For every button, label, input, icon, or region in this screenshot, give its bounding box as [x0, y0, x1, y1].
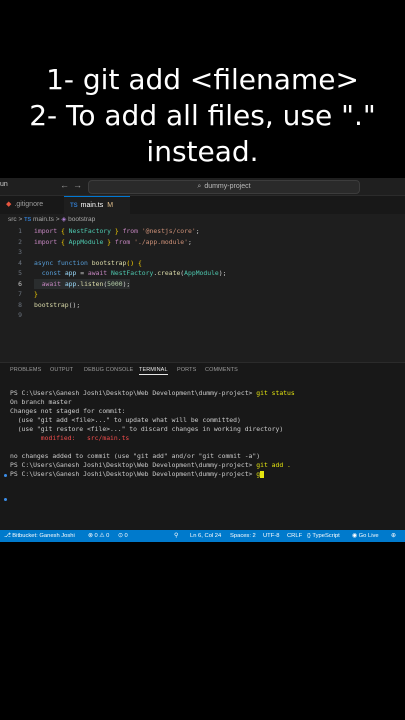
tab-main-ts[interactable]: TS main.ts M [64, 196, 130, 215]
line-number: 4 [18, 258, 22, 267]
typescript-icon: TS [70, 203, 78, 209]
breadcrumb-separator: > [18, 216, 23, 223]
nav-arrows: ←→ [60, 180, 86, 190]
line-number: 9 [18, 311, 22, 319]
zoom-icon[interactable]: ⚲ [174, 530, 178, 542]
indentation-status[interactable]: Spaces: 2 [230, 530, 256, 542]
line-number: 1 [18, 227, 22, 235]
broadcast-icon: ◉ [352, 533, 359, 539]
tab-label: main.ts [80, 202, 104, 209]
line-number: 8 [18, 300, 22, 309]
vscode-window: un ←→ ⌕ dummy-project ◆ .gitignore TS main.… [0, 178, 405, 542]
command-decoration-icon [4, 474, 7, 477]
bitbucket-status[interactable]: ⎇ Bitbucket: Ganesh Joshi [4, 530, 75, 542]
code-editor[interactable]: 1 import { NestFactory } from '@nestjs/co… [0, 226, 405, 321]
back-arrow-icon[interactable]: ← [60, 180, 73, 190]
go-live-button[interactable]: ◉ Go Live [352, 530, 379, 542]
terminal-cursor [260, 470, 265, 478]
breadcrumb-separator: > [55, 216, 60, 223]
terminal-line: Changes not staged for commit: [10, 407, 126, 415]
panel-tab-bar: PROBLEMS OUTPUT DEBUG CONSOLE TERMINAL P… [0, 362, 405, 377]
command-center-label: dummy-project [204, 183, 251, 190]
code-line: 5 const app = await NestFactory.create(A… [0, 268, 405, 279]
breadcrumb-symbol[interactable]: bootstrap [68, 216, 95, 223]
tab-gitignore[interactable]: ◆ .gitignore [0, 196, 66, 214]
title-bar: un ←→ ⌕ dummy-project [0, 178, 405, 196]
terminal-line: PS C:\Users\Ganesh Joshi\Desktop\Web Dev… [10, 470, 265, 479]
encoding-status[interactable]: UTF-8 [263, 530, 279, 542]
language-mode[interactable]: {} TypeScript [307, 530, 340, 542]
line-number: 7 [18, 290, 22, 298]
status-bar: ⎇ Bitbucket: Ganesh Joshi ⊗ 0 ⚠ 0 ⊙ 0 ⚲ … [0, 530, 405, 542]
video-caption: 1- git add <filename> 2- To add all file… [0, 62, 405, 170]
caption-line-3: instead. [146, 135, 259, 168]
tab-debug-console[interactable]: DEBUG CONSOLE [84, 367, 133, 373]
code-line: 9 [0, 310, 405, 321]
caption-line-1: 1- git add <filename> [46, 63, 359, 96]
code-line: 1 import { NestFactory } from '@nestjs/co… [0, 226, 405, 237]
modified-badge: M [107, 202, 114, 209]
forward-arrow-icon[interactable]: → [73, 180, 86, 190]
breadcrumb: src > TS main.ts > ◈ bootstrap [8, 215, 95, 225]
terminal-line: On branch master [10, 398, 72, 406]
tab-comments[interactable]: COMMENTS [205, 367, 238, 373]
tab-terminal[interactable]: TERMINAL [139, 367, 168, 375]
typescript-icon: TS [24, 217, 32, 223]
line-number: 2 [18, 237, 22, 246]
caption-line-2: 2- To add all files, use "." [29, 99, 376, 132]
breadcrumb-folder[interactable]: src [8, 216, 17, 223]
code-line: 7} [0, 289, 405, 300]
problems-status[interactable]: ⊗ 0 ⚠ 0 [88, 530, 109, 542]
menu-run[interactable]: un [0, 181, 8, 188]
terminal-line: PS C:\Users\Ganesh Joshi\Desktop\Web Dev… [10, 461, 291, 469]
terminal-line: modified: src/main.ts [10, 434, 130, 442]
git-icon: ◆ [6, 201, 12, 208]
code-line: 4 async function bootstrap() { [0, 258, 405, 269]
terminal-line: no changes added to commit (use "git add… [10, 452, 261, 460]
tab-output[interactable]: OUTPUT [50, 367, 73, 373]
search-icon: ⌕ [197, 183, 202, 190]
line-number: 5 [18, 269, 22, 277]
breadcrumb-file[interactable]: main.ts [33, 216, 54, 223]
tab-problems[interactable]: PROBLEMS [10, 367, 41, 373]
code-line: 8 bootstrap(); [0, 300, 405, 311]
terminal-line: (use "git add <file>..." to update what … [10, 416, 241, 424]
tab-label: .gitignore [14, 201, 44, 208]
cursor-position[interactable]: Ln 6, Col 24 [190, 530, 221, 542]
terminal-line: (use "git restore <file>..." to discard … [10, 425, 284, 433]
command-decoration-icon [4, 498, 7, 501]
tab-ports[interactable]: PORTS [177, 367, 196, 373]
line-number: 3 [18, 248, 22, 256]
command-center[interactable]: ⌕ dummy-project [88, 180, 360, 194]
notifications-icon[interactable]: ⊕ [391, 530, 396, 542]
line-number: 6 [18, 279, 22, 288]
eol-status[interactable]: CRLF [287, 530, 302, 542]
terminal-line: PS C:\Users\Ganesh Joshi\Desktop\Web Dev… [10, 389, 295, 397]
code-line: 2 import { AppModule } from './app.module… [0, 237, 405, 248]
editor-tabs: ◆ .gitignore TS main.ts M [0, 196, 405, 215]
code-line: 3 [0, 247, 405, 258]
function-icon: ◈ [61, 216, 67, 223]
terminal[interactable]: PS C:\Users\Ganesh Joshi\Desktop\Web Dev… [0, 377, 405, 532]
ports-status[interactable]: ⊙ 0 [118, 530, 128, 542]
code-line-active: 6 await app.listen(5000); [0, 278, 405, 289]
